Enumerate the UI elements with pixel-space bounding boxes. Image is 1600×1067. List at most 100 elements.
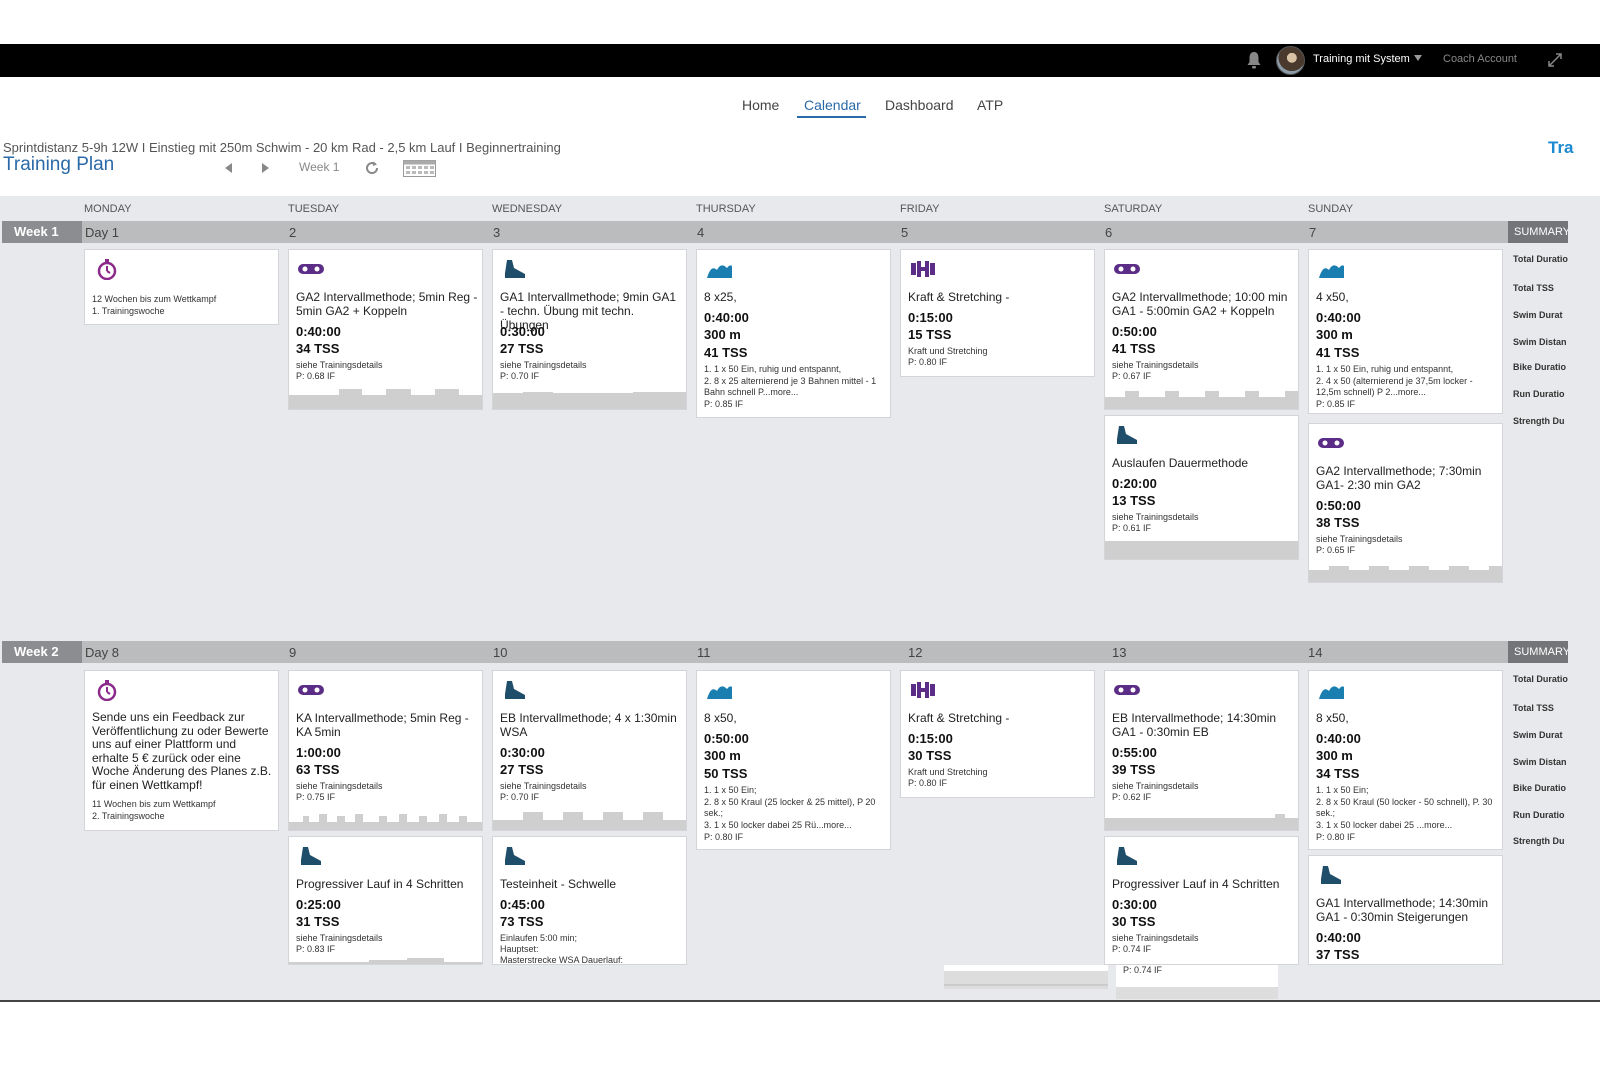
user-name[interactable]: Training mit System [1313, 53, 1410, 65]
nav-dashboard[interactable]: Dashboard [885, 97, 954, 113]
card-note: P: 0.74 IF [1123, 965, 1163, 975]
workout-tss: 63 TSS [296, 762, 340, 777]
workout-tss: 13 TSS [1112, 493, 1156, 508]
week-label[interactable]: Week 2 [2, 641, 82, 663]
avatar[interactable] [1276, 46, 1305, 75]
card-note: 11 Wochen bis zum Wettkampf [92, 799, 216, 809]
workout-card[interactable]: 8 x50, 0:40:00 300 m 34 TSS 1. 1 x 50 Ei… [1308, 670, 1503, 850]
workout-card[interactable]: GA1 Intervallmethode; 9min GA1 - techn. … [492, 249, 687, 410]
workout-card[interactable]: Kraft & Stretching - 0:15:00 15 TSS Kraf… [900, 249, 1095, 377]
event-card[interactable]: 12 Wochen bis zum Wettkampf 1. Trainings… [84, 249, 279, 325]
card-note: P: 0.80 IF [704, 832, 744, 842]
workout-title: 8 x50, [1316, 711, 1349, 725]
next-week-button[interactable] [262, 163, 269, 173]
workout-duration: 0:40:00 [704, 310, 749, 325]
workout-duration: 0:40:00 [1316, 930, 1361, 945]
shoe-icon [1321, 866, 1341, 884]
workout-title: EB Intervallmethode; 14:30min GA1 - 0:30… [1112, 711, 1277, 739]
bike-icon [1114, 685, 1140, 695]
card-note: 3. 1 x 50 locker dabei 25 Rü...more... [704, 820, 852, 830]
nav-calendar[interactable]: Calendar [804, 97, 861, 113]
day-number: 2 [289, 225, 297, 240]
intensity-graph [1309, 560, 1502, 582]
workout-duration: 0:50:00 [1316, 498, 1361, 513]
event-card[interactable]: Sende uns ein Feedback zur Veröffentlich… [84, 670, 279, 831]
summary-header[interactable]: SUMMARY [1508, 221, 1568, 243]
nav-atp[interactable]: ATP [977, 97, 1003, 113]
card-note: 3. 1 x 50 locker dabei 25 ...more... [1316, 820, 1453, 830]
workout-card[interactable]: Progressiver Lauf in 4 Schritten 0:30:00… [1104, 836, 1299, 965]
workout-duration: 0:30:00 [1112, 897, 1157, 912]
card-note: P: 0.85 IF [704, 399, 744, 409]
summary-row: Total Duratio [1513, 254, 1568, 264]
workout-tss: 34 TSS [1316, 766, 1360, 781]
day-header-monday: MONDAY [84, 203, 132, 215]
workout-distance: 300 m [1316, 748, 1353, 763]
nav-home[interactable]: Home [742, 97, 779, 113]
summary-row: Bike Duratio [1513, 783, 1567, 793]
card-note: P: 0.80 IF [908, 778, 948, 788]
workout-title: EB Intervallmethode; 4 x 1:30min WSA [500, 711, 677, 739]
stopwatch-icon [97, 259, 117, 280]
summary-row: Swim Distan [1513, 337, 1567, 347]
workout-duration: 0:40:00 [296, 324, 341, 339]
day-header-thursday: THURSDAY [696, 203, 756, 215]
shoe-icon [1117, 426, 1137, 444]
wave-icon [1319, 265, 1344, 278]
wave-icon [1319, 686, 1344, 699]
workout-title: GA2 Intervallmethode; 5min Reg - 5min GA… [296, 290, 478, 318]
workout-duration: 0:30:00 [500, 324, 545, 339]
workout-card[interactable]: Kraft & Stretching - 0:15:00 30 TSS Kraf… [900, 670, 1095, 798]
workout-tss: 27 TSS [500, 762, 544, 777]
workout-duration: 0:15:00 [908, 310, 953, 325]
intensity-graph [1105, 537, 1298, 559]
expand-icon[interactable] [1547, 52, 1563, 68]
card-note: P: 0.85 IF [1316, 399, 1356, 409]
intensity-graph [493, 387, 686, 409]
workout-distance: 300 m [704, 748, 741, 763]
workout-card[interactable]: KA Intervallmethode; 5min Reg - KA 5min … [288, 670, 483, 831]
intensity-graph [289, 942, 482, 964]
day-header-sunday: SUNDAY [1308, 203, 1354, 215]
workout-card[interactable]: 8 x50, 0:50:00 300 m 50 TSS 1. 1 x 50 Ei… [696, 670, 891, 850]
workout-card[interactable]: EB Intervallmethode; 14:30min GA1 - 0:30… [1104, 670, 1299, 831]
summary-row: Strength Du [1513, 836, 1565, 846]
summary-row: Total Duratio [1513, 674, 1568, 684]
shoe-icon [1117, 847, 1137, 865]
workout-duration: 0:55:00 [1112, 745, 1157, 760]
card-note: Masterstrecke WSA Dauerlauf: [500, 955, 624, 965]
workout-duration: 0:20:00 [1112, 476, 1157, 491]
workout-card[interactable]: Auslaufen Dauermethode 0:20:00 13 TSS si… [1104, 415, 1299, 560]
workout-card[interactable]: Testeinheit - Schwelle 0:45:00 73 TSS Ei… [492, 836, 687, 965]
workout-tss: 41 TSS [704, 345, 748, 360]
week-label[interactable]: Week 1 [2, 221, 82, 243]
shoe-icon [301, 847, 321, 865]
calendar-icon[interactable] [403, 158, 436, 177]
workout-card[interactable]: GA2 Intervallmethode; 5min Reg - 5min GA… [288, 249, 483, 410]
workout-card[interactable]: GA2 Intervallmethode; 7:30min GA1- 2:30 … [1308, 423, 1503, 583]
workout-card[interactable]: 8 x25, 0:40:00 300 m 41 TSS 1. 1 x 50 Ei… [696, 249, 891, 418]
workout-card[interactable]: Progressiver Lauf in 4 Schritten 0:25:00… [288, 836, 483, 965]
bell-icon[interactable] [1246, 51, 1262, 69]
workout-card[interactable]: GA1 Intervallmethode; 14:30min GA1 - 0:3… [1308, 855, 1503, 965]
refresh-icon[interactable] [364, 160, 380, 176]
previous-week-button[interactable] [225, 163, 232, 173]
coach-account-link[interactable]: Coach Account [1443, 53, 1517, 65]
summary-row: Total TSS [1513, 703, 1554, 713]
card-note: P: 0.70 IF [500, 371, 540, 381]
summary-header[interactable]: SUMMARY [1508, 641, 1568, 663]
chevron-down-icon[interactable] [1414, 55, 1422, 61]
workout-duration: 0:50:00 [704, 731, 749, 746]
card-note: P: 0.65 IF [1316, 545, 1356, 555]
workout-card[interactable]: 4 x50, 0:40:00 300 m 41 TSS 1. 1 x 50 Ei… [1308, 249, 1503, 414]
workout-card[interactable]: EB Intervallmethode; 4 x 1:30min WSA 0:3… [492, 670, 687, 831]
workout-tss: 39 TSS [1112, 762, 1156, 777]
bike-icon [298, 264, 324, 274]
card-note: 1. 1 x 50 Ein, ruhig und entspannt, [1316, 364, 1454, 374]
card-note: P: 0.62 IF [1112, 792, 1152, 802]
workout-card[interactable]: GA2 Intervallmethode; 10:00 min GA1 - 5:… [1104, 249, 1299, 410]
card-note: siehe Trainingsdetails [296, 360, 383, 370]
drag-ghost [944, 965, 1108, 989]
card-note: Kraft und Stretching [908, 346, 988, 356]
calendar-grid: MONDAY TUESDAY WEDNESDAY THURSDAY FRIDAY… [0, 196, 1600, 1002]
